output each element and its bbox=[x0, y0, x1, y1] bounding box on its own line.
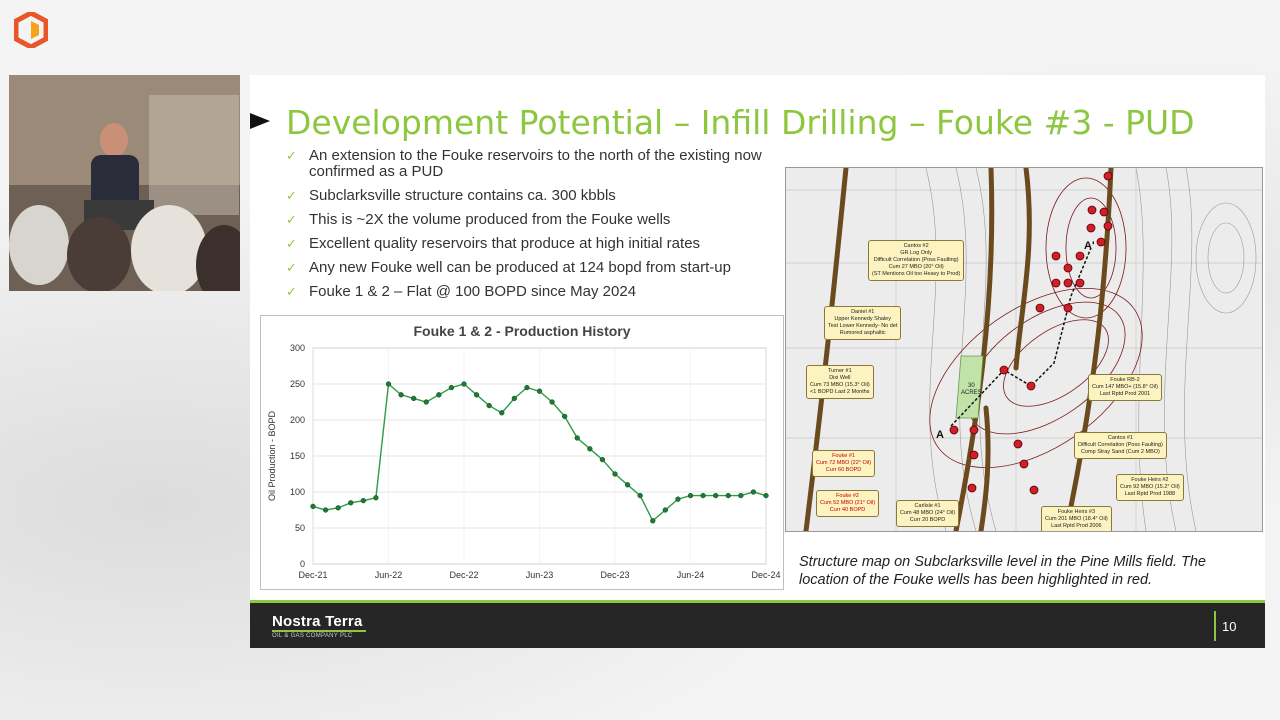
chart-data-point bbox=[624, 482, 631, 488]
chart-data-point bbox=[524, 384, 530, 391]
bullet-item: ✓ Subclarksville structure contains ca. 3… bbox=[286, 187, 616, 204]
chart-x-tick-label: Dec-23 bbox=[600, 570, 629, 580]
structure-map: A A' 30 ACRES Cantos #2 GR Log Only Diff… bbox=[785, 167, 1263, 532]
chart-data-point bbox=[385, 381, 392, 387]
chart-x-tick-label: Jun-23 bbox=[526, 570, 554, 580]
chart-x-tick-label: Dec-22 bbox=[449, 570, 478, 580]
chart-data-point bbox=[461, 381, 467, 387]
chart-data-point bbox=[511, 395, 517, 402]
chart-data-point bbox=[725, 492, 731, 499]
chart-data-point bbox=[700, 492, 706, 499]
chart-data-point bbox=[348, 500, 354, 506]
page-number-divider bbox=[1214, 611, 1216, 641]
chart-data-point bbox=[587, 446, 593, 452]
chart-data-point bbox=[360, 497, 366, 504]
map-well-label: Fouke RB-2 Cum 147 MBO+ (15.8° Oil) Last… bbox=[1088, 374, 1162, 401]
title-arrow-icon bbox=[250, 113, 270, 129]
chart-x-tick-label: Jun-22 bbox=[375, 570, 403, 580]
map-well-label: Fouke #1 Cum 72 MBO (22° Oil) Curr 60 BO… bbox=[812, 450, 876, 477]
chart-data-point bbox=[574, 435, 580, 441]
bullet-item: ✓ Fouke 1 & 2 – Flat @ 100 BOPD since May… bbox=[286, 283, 637, 300]
chart-data-point bbox=[473, 392, 480, 398]
chart-data-point bbox=[738, 492, 744, 499]
chart-title: Fouke 1 & 2 - Production History bbox=[413, 323, 630, 339]
chart-data-point bbox=[599, 456, 606, 463]
chart-data-point bbox=[687, 492, 694, 499]
map-well-label: Daniel #1 Upper Kennedy Shaley Test Lowe… bbox=[824, 306, 902, 340]
map-well-label: Turner #1 Dixi Well Cum 73 MBO (15.3° Oi… bbox=[806, 365, 874, 399]
chart-data-point bbox=[310, 503, 316, 510]
chart-y-axis-label: Oil Production - BOPD bbox=[267, 410, 277, 501]
chart-data-point bbox=[549, 399, 555, 405]
chart-data-point bbox=[562, 413, 568, 420]
brand-name: Nostra Terra bbox=[272, 613, 363, 630]
bullet-item: ✓ This is ~2X the volume produced from th… bbox=[286, 211, 671, 228]
map-marker-a-prime: A' bbox=[1084, 240, 1095, 252]
chart-data-point bbox=[411, 395, 417, 402]
chart-data-point bbox=[373, 495, 379, 501]
chart-y-tick-label: 150 bbox=[290, 451, 305, 461]
map-well-label: Carlisle #1 Cum 48 MBO (24° Oil) Curr 20… bbox=[896, 500, 960, 527]
speaker-camera-feed bbox=[9, 75, 240, 291]
chart-data-point bbox=[448, 384, 455, 391]
chart-data-point bbox=[423, 399, 429, 405]
brand-subtitle: OIL & GAS COMPANY PLC bbox=[272, 633, 353, 639]
chart-data-point bbox=[650, 518, 656, 524]
production-chart-svg: Fouke 1 & 2 - Production History 0 50 100 15… bbox=[267, 323, 781, 580]
checkmark-icon: ✓ bbox=[286, 260, 297, 275]
map-acres-label: 30 ACRES bbox=[961, 383, 982, 396]
chart-x-tick-label: Jun-24 bbox=[677, 570, 705, 580]
chart-y-tick-label: 50 bbox=[295, 523, 305, 533]
checkmark-icon: ✓ bbox=[286, 188, 297, 203]
bullet-item: ✓ An extension to the Fouke reservoirs to… bbox=[286, 147, 762, 180]
checkmark-icon: ✓ bbox=[286, 212, 297, 227]
chart-data-point bbox=[436, 392, 442, 398]
checkmark-icon: ✓ bbox=[286, 236, 297, 251]
chart-data-point bbox=[335, 505, 341, 511]
chart-y-tick-label: 0 bbox=[300, 559, 305, 569]
map-well-label: Fouke Heirs #2 Cum 92 MBO (15.2° Oil) La… bbox=[1116, 474, 1184, 501]
chart-data-point bbox=[662, 507, 668, 513]
slide-footer: Nostra Terra OIL & GAS COMPANY PLC 10 bbox=[250, 600, 1265, 648]
chart-y-tick-label: 200 bbox=[290, 415, 305, 425]
chart-data-point bbox=[536, 388, 543, 394]
bullet-item: ✓ Any new Fouke well can be produced at 1… bbox=[286, 259, 731, 276]
map-marker-a: A bbox=[936, 429, 944, 441]
chart-data-point bbox=[763, 492, 769, 499]
chart-x-tick-label: Dec-24 bbox=[751, 570, 780, 580]
chart-y-tick-label: 100 bbox=[290, 487, 305, 497]
company-logo-icon bbox=[14, 12, 48, 48]
brand-underline bbox=[272, 630, 366, 632]
chart-data-point bbox=[486, 402, 492, 409]
chart-data-point bbox=[398, 392, 404, 398]
checkmark-icon: ✓ bbox=[286, 148, 297, 163]
slide-title: Development Potential – Infill Drilling … bbox=[286, 103, 1195, 142]
map-well-label: Cantos #2 GR Log Only Difficult Correlat… bbox=[868, 240, 965, 281]
bullet-list: ✓ An extension to the Fouke reservoirs to… bbox=[286, 148, 786, 308]
map-well-label: Fouke #2 Cum 52 MBO (21° Oil) Curr 40 BO… bbox=[816, 490, 880, 517]
map-well-label: Fouke Heirs #3 Cum 201 MBO (18.4° Oil) L… bbox=[1041, 506, 1112, 531]
chart-data-point bbox=[675, 496, 681, 502]
chart-data-point bbox=[322, 507, 329, 513]
chart-data-point bbox=[750, 489, 757, 495]
chart-data-point bbox=[612, 471, 618, 477]
chart-data-point bbox=[499, 410, 505, 416]
chart-y-tick-label: 250 bbox=[290, 379, 305, 389]
chart-x-tick-label: Dec-21 bbox=[298, 570, 327, 580]
presentation-slide: Development Potential – Infill Drilling … bbox=[250, 75, 1265, 648]
chart-data-point bbox=[637, 492, 643, 499]
map-well-label: Cantos #1 Difficult Correlation (Poss Fa… bbox=[1074, 432, 1167, 459]
bullet-item: ✓ Excellent quality reservoirs that produ… bbox=[286, 235, 701, 252]
chart-y-tick-label: 300 bbox=[290, 343, 305, 353]
chart-data-point bbox=[713, 492, 719, 499]
map-caption: Structure map on Subclarksville level in… bbox=[799, 554, 1206, 588]
checkmark-icon: ✓ bbox=[286, 284, 297, 299]
page-number: 10 bbox=[1222, 619, 1237, 634]
production-chart: Fouke 1 & 2 - Production History 0 50 100 15… bbox=[260, 315, 784, 590]
